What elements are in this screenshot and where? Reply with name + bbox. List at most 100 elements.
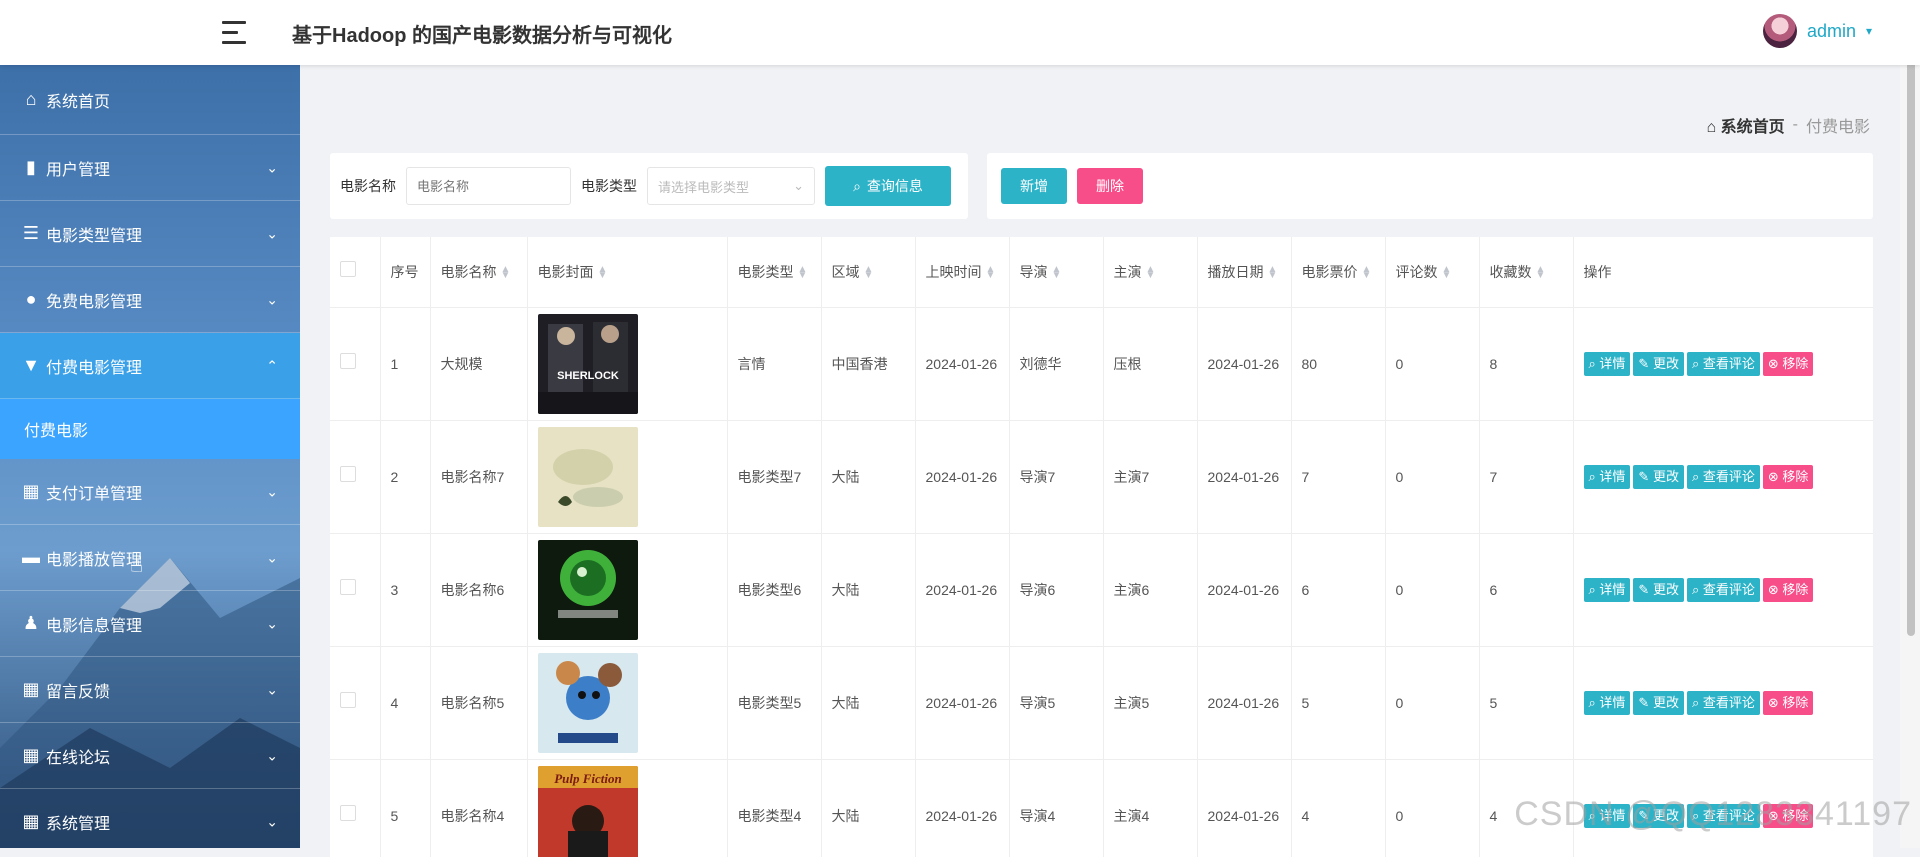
user-name[interactable]: admin — [1807, 21, 1856, 42]
header-name[interactable]: 电影名称▲▼ — [430, 237, 527, 308]
sidebar-menu: ⌂系统首页▮用户管理⌄☰电影类型管理⌄●免费电影管理⌄▼付费电影管理⌃付费电影▦… — [0, 65, 300, 848]
breadcrumb-home-label[interactable]: 系统首页 — [1721, 119, 1785, 136]
submenu-item-paid-movies[interactable]: 付费电影 — [0, 399, 300, 459]
sidebar-item-6[interactable]: ▬电影播放管理⌄ — [0, 525, 300, 591]
row-select-cell[interactable] — [330, 760, 380, 857]
sidebar-item-10[interactable]: ▦系统管理⌄ — [0, 789, 300, 848]
sidebar-item-label: 付费电影管理 — [46, 354, 142, 378]
detail-button[interactable]: ⌕ 详情 — [1584, 691, 1631, 715]
edit-button[interactable]: ✎ 更改 — [1633, 691, 1684, 715]
sidebar-item-4[interactable]: ▼付费电影管理⌃ — [0, 333, 300, 399]
sort-icon[interactable]: ▲▼ — [1268, 267, 1278, 279]
main-content: ⌂ 系统首页 - 付费电影 电影名称 电影类型 请选择电影类型 ⌄ ⌕ 查询信息… — [300, 65, 1900, 848]
user-menu[interactable]: admin ▾ — [1763, 14, 1872, 48]
sidebar-item-1[interactable]: ▮用户管理⌄ — [0, 135, 300, 201]
movie-name-input[interactable] — [406, 167, 571, 205]
row-select-cell[interactable] — [330, 421, 380, 534]
select-all-checkbox[interactable] — [340, 261, 356, 277]
cell-type: 电影类型7 — [727, 421, 821, 534]
view-comments-button[interactable]: ⌕ 查看评论 — [1687, 691, 1760, 715]
view-comments-label: 查看评论 — [1703, 469, 1755, 484]
edit-label: 更改 — [1653, 356, 1679, 371]
sort-icon[interactable]: ▲▼ — [1146, 267, 1156, 279]
select-all-header[interactable] — [330, 237, 380, 308]
header-director[interactable]: 导演▲▼ — [1009, 237, 1103, 308]
table-row[interactable]: 3电影名称6电影类型6大陆2024-01-26导演6主演62024-01-266… — [330, 534, 1873, 647]
sidebar-item-9[interactable]: ▦在线论坛⌄ — [0, 723, 300, 789]
cover-title: SHERLOCK — [557, 370, 619, 382]
chevron-icon: ⌄ — [266, 813, 278, 830]
table-row[interactable]: 1大规模SHERLOCK言情中国香港2024-01-26刘德华压根2024-01… — [330, 308, 1873, 421]
row-checkbox[interactable] — [340, 692, 356, 708]
edit-button[interactable]: ✎ 更改 — [1633, 465, 1684, 489]
view-comments-button[interactable]: ⌕ 查看评论 — [1687, 465, 1760, 489]
cell-type: 电影类型5 — [727, 647, 821, 760]
row-checkbox[interactable] — [340, 805, 356, 821]
sidebar-item-label: 在线论坛 — [46, 744, 110, 768]
header-favorites[interactable]: 收藏数▲▼ — [1479, 237, 1573, 308]
caret-down-icon[interactable]: ▾ — [1866, 24, 1872, 38]
sidebar-item-5[interactable]: ▦支付订单管理⌄ — [0, 459, 300, 525]
query-button[interactable]: ⌕ 查询信息 — [825, 166, 951, 206]
detail-button[interactable]: ⌕ 详情 — [1584, 352, 1631, 376]
sort-icon[interactable]: ▲▼ — [798, 267, 808, 279]
cell-star: 主演5 — [1103, 647, 1197, 760]
detail-button[interactable]: ⌕ 详情 — [1584, 578, 1631, 602]
sort-icon[interactable]: ▲▼ — [1362, 267, 1372, 279]
sort-icon[interactable]: ▲▼ — [1536, 267, 1546, 279]
remove-button[interactable]: ⊗ 移除 — [1763, 691, 1814, 715]
header-play-date[interactable]: 播放日期▲▼ — [1197, 237, 1291, 308]
movie-type-select[interactable]: 请选择电影类型 ⌄ — [647, 167, 815, 205]
edit-button[interactable]: ✎ 更改 — [1633, 352, 1684, 376]
sidebar-item-7[interactable]: ♟电影信息管理⌄ — [0, 591, 300, 657]
page-scrollbar[interactable] — [1900, 0, 1920, 848]
header-price[interactable]: 电影票价▲▼ — [1291, 237, 1385, 308]
sidebar-item-2[interactable]: ☰电影类型管理⌄ — [0, 201, 300, 267]
sidebar-item-8[interactable]: ▦留言反馈⌄ — [0, 657, 300, 723]
scrollbar-thumb[interactable] — [1907, 6, 1915, 636]
sidebar-item-0[interactable]: ⌂系统首页 — [0, 65, 300, 135]
cell-name: 大规模 — [430, 308, 527, 421]
remove-button[interactable]: ⊗ 移除 — [1763, 352, 1814, 376]
cell-play-date: 2024-01-26 — [1197, 421, 1291, 534]
view-comments-button[interactable]: ⌕ 查看评论 — [1687, 578, 1760, 602]
sort-icon[interactable]: ▲▼ — [1052, 267, 1062, 279]
row-select-cell[interactable] — [330, 308, 380, 421]
menu-toggle-icon[interactable] — [218, 21, 246, 45]
breadcrumb-home[interactable]: ⌂ 系统首页 — [1707, 113, 1785, 137]
row-checkbox[interactable] — [340, 579, 356, 595]
remove-button[interactable]: ⊗ 移除 — [1763, 578, 1814, 602]
header-region[interactable]: 区域▲▼ — [821, 237, 915, 308]
remove-button[interactable]: ⊗ 移除 — [1763, 465, 1814, 489]
header-star[interactable]: 主演▲▼ — [1103, 237, 1197, 308]
add-button[interactable]: 新增 — [1001, 168, 1067, 204]
detail-button[interactable]: ⌕ 详情 — [1584, 465, 1631, 489]
row-select-cell[interactable] — [330, 534, 380, 647]
sort-icon[interactable]: ▲▼ — [1442, 267, 1452, 279]
view-comments-button[interactable]: ⌕ 查看评论 — [1687, 352, 1760, 376]
header-release[interactable]: 上映时间▲▼ — [915, 237, 1009, 308]
delete-button[interactable]: 删除 — [1077, 168, 1143, 204]
detail-label: 详情 — [1599, 582, 1625, 597]
sort-icon[interactable]: ▲▼ — [864, 267, 874, 279]
header-comments[interactable]: 评论数▲▼ — [1385, 237, 1479, 308]
sidebar-item-3[interactable]: ●免费电影管理⌄ — [0, 267, 300, 333]
avatar[interactable] — [1763, 14, 1797, 48]
row-checkbox[interactable] — [340, 466, 356, 482]
cell-cover: Pulp Fiction — [527, 760, 727, 857]
row-select-cell[interactable] — [330, 647, 380, 760]
edit-button[interactable]: ✎ 更改 — [1633, 578, 1684, 602]
row-checkbox[interactable] — [340, 353, 356, 369]
cell-release: 2024-01-26 — [915, 308, 1009, 421]
header-cover[interactable]: 电影封面▲▼ — [527, 237, 727, 308]
table-row[interactable]: 4电影名称5电影类型5大陆2024-01-26导演5主演52024-01-265… — [330, 647, 1873, 760]
sort-icon[interactable]: ▲▼ — [501, 267, 511, 279]
sort-icon[interactable]: ▲▼ — [598, 267, 608, 279]
header-type[interactable]: 电影类型▲▼ — [727, 237, 821, 308]
table-row[interactable]: 2电影名称7电影类型7大陆2024-01-26导演7主演72024-01-267… — [330, 421, 1873, 534]
mouse-cursor-icon: ☝ — [130, 552, 143, 578]
cell-release: 2024-01-26 — [915, 760, 1009, 857]
sidebar: ⌂系统首页▮用户管理⌄☰电影类型管理⌄●免费电影管理⌄▼付费电影管理⌃付费电影▦… — [0, 65, 300, 848]
sort-icon[interactable]: ▲▼ — [986, 267, 996, 279]
home-icon: ⌂ — [20, 89, 42, 111]
